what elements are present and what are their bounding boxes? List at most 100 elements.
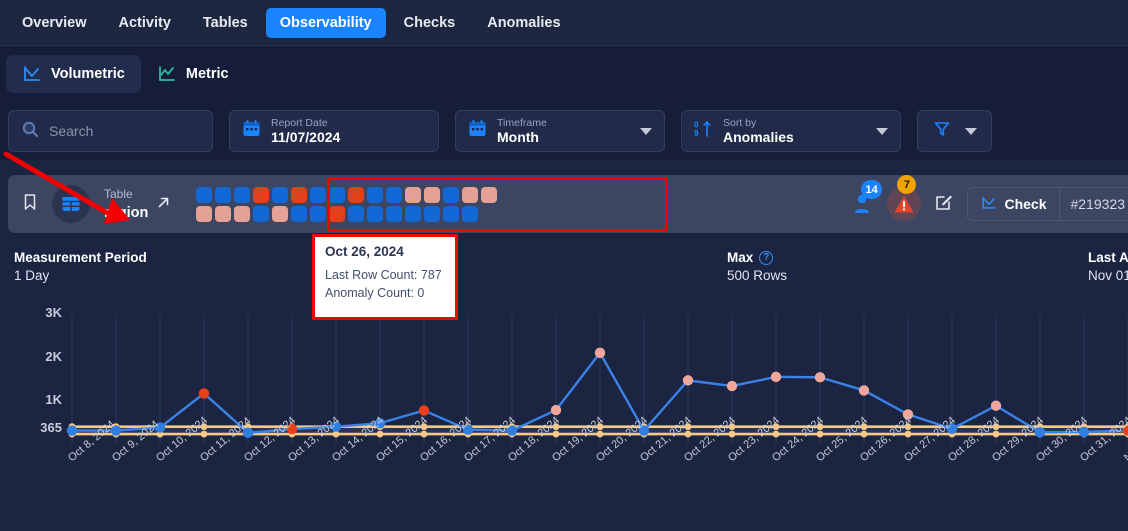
data-point[interactable] xyxy=(990,400,1002,411)
heatmap-cell[interactable] xyxy=(367,205,384,222)
help-icon[interactable]: ? xyxy=(759,250,774,265)
metric-summary-row: Measurement Period 1 Day Max ? 500 Rows … xyxy=(0,245,1128,295)
threshold-point xyxy=(904,430,912,438)
external-link-arrow-icon[interactable] xyxy=(156,195,171,214)
threshold-point xyxy=(992,430,1000,438)
heatmap-cell[interactable] xyxy=(386,186,403,203)
heatmap-cell[interactable] xyxy=(481,186,498,203)
heatmap-cell[interactable] xyxy=(196,205,213,222)
heatmap-cell[interactable] xyxy=(443,186,460,203)
heatmap-cell[interactable] xyxy=(443,205,460,222)
data-point[interactable] xyxy=(66,425,78,436)
check-button[interactable]: Check xyxy=(968,188,1059,220)
heatmap-tooltip: Oct 26, 2024 Last Row Count: 787 Anomaly… xyxy=(312,234,458,320)
bookmark-icon[interactable] xyxy=(22,193,38,216)
timeframe-label: Timeframe xyxy=(497,116,547,129)
sub-tab-volumetric[interactable]: Volumetric xyxy=(6,55,141,93)
heatmap-cell[interactable] xyxy=(424,205,441,222)
table-grid-icon xyxy=(52,185,90,223)
threshold-point xyxy=(860,430,868,438)
nav-tab-observability[interactable]: Observability xyxy=(265,7,386,38)
sort-by-field[interactable]: 0 9 Sort by Anomalies xyxy=(681,110,901,152)
heatmap-cell[interactable] xyxy=(386,205,403,222)
heatmap-cell[interactable] xyxy=(272,186,289,203)
threshold-point xyxy=(684,430,692,438)
sub-tab-bar: Volumetric Metric xyxy=(0,46,1128,102)
heatmap-cell[interactable] xyxy=(329,186,346,203)
users-indicator[interactable]: 14 xyxy=(851,180,882,216)
threshold-point xyxy=(200,430,208,438)
sub-tab-metric[interactable]: Metric xyxy=(141,55,245,93)
anomaly-heatmap[interactable] xyxy=(191,182,502,227)
data-point[interactable] xyxy=(198,388,210,399)
sort-by-label: Sort by xyxy=(723,116,757,129)
heatmap-cell[interactable] xyxy=(253,205,270,222)
data-point[interactable] xyxy=(770,371,782,383)
heatmap-cell[interactable] xyxy=(215,205,232,222)
heatmap-cell[interactable] xyxy=(272,205,289,222)
heatmap-cell[interactable] xyxy=(234,186,251,203)
search-input[interactable]: Search xyxy=(49,123,93,139)
filter-dropdown-button[interactable] xyxy=(917,110,992,152)
filter-bar: Search Report Date 11/07/2024 Timeframe … xyxy=(0,102,1128,160)
search-field[interactable]: Search xyxy=(8,110,213,152)
heatmap-cell[interactable] xyxy=(215,186,232,203)
heatmap-cell[interactable] xyxy=(405,205,422,222)
chevron-down-icon[interactable] xyxy=(964,127,977,135)
data-point[interactable] xyxy=(594,347,606,359)
heatmap-cell[interactable] xyxy=(291,186,308,203)
chevron-down-icon[interactable] xyxy=(640,127,652,135)
heatmap-cell[interactable] xyxy=(291,205,308,222)
heatmap-cell[interactable] xyxy=(329,205,346,222)
heatmap-cell[interactable] xyxy=(367,186,384,203)
data-point[interactable] xyxy=(814,372,826,383)
nav-tab-overview[interactable]: Overview xyxy=(8,8,101,38)
tooltip-date: Oct 26, 2024 xyxy=(325,244,404,259)
max-block: Max ? 500 Rows xyxy=(727,249,787,284)
data-point[interactable] xyxy=(726,380,738,392)
report-date-value: 11/07/2024 xyxy=(271,128,341,145)
heatmap-cell[interactable] xyxy=(348,205,365,222)
sort-numeric-icon: 0 9 xyxy=(694,119,713,143)
threshold-point xyxy=(552,430,560,438)
heatmap-row-2 xyxy=(196,205,497,222)
chevron-down-icon[interactable] xyxy=(876,127,888,135)
volumetric-chart: 3K 2K 1K 365 Oct 8, 2024 Oct 9, 2024 Oct 10, … xyxy=(0,300,1128,531)
heatmap-cell[interactable] xyxy=(405,186,422,203)
table-row[interactable]: Table region 14 7 Check #219323 xyxy=(8,175,1128,233)
heatmap-cell[interactable] xyxy=(424,186,441,203)
heatmap-cell[interactable] xyxy=(462,186,479,203)
nav-tab-anomalies[interactable]: Anomalies xyxy=(473,8,574,38)
nav-tab-tables[interactable]: Tables xyxy=(189,8,262,38)
svg-text:9: 9 xyxy=(694,129,699,138)
last-assessed-block: Last As Nov 01, xyxy=(1088,249,1128,284)
data-point[interactable] xyxy=(682,375,694,386)
nav-tab-checks[interactable]: Checks xyxy=(390,8,470,38)
max-value: 500 Rows xyxy=(727,267,788,283)
heatmap-cell[interactable] xyxy=(310,205,327,222)
timeframe-field[interactable]: Timeframe Month xyxy=(455,110,665,152)
report-date-field[interactable]: Report Date 11/07/2024 xyxy=(229,110,439,152)
sub-tab-metric-label: Metric xyxy=(185,66,229,82)
heatmap-cell[interactable] xyxy=(234,205,251,222)
measurement-period-label: Measurement Period xyxy=(14,250,147,265)
y-tick-label: 3K xyxy=(45,305,62,320)
heatmap-cell[interactable] xyxy=(310,186,327,203)
alerts-indicator[interactable]: 7 xyxy=(887,175,922,221)
chart-canvas[interactable] xyxy=(0,300,1128,531)
heatmap-cell[interactable] xyxy=(462,205,479,222)
threshold-point xyxy=(772,430,780,438)
data-point[interactable] xyxy=(550,404,562,416)
nav-tab-activity[interactable]: Activity xyxy=(105,8,185,38)
threshold-point xyxy=(596,430,604,438)
edit-square-icon[interactable] xyxy=(935,193,953,216)
heatmap-cell[interactable] xyxy=(196,186,213,203)
data-point[interactable] xyxy=(418,405,430,416)
heatmap-cell[interactable] xyxy=(253,186,270,203)
heatmap-cell[interactable] xyxy=(348,186,365,203)
last-assessed-label: Last As xyxy=(1088,250,1128,265)
tooltip-anomaly-count: Anomaly Count: 0 xyxy=(325,286,425,301)
data-point[interactable] xyxy=(858,385,870,396)
check-button-group: Check #219323 xyxy=(967,187,1128,221)
threshold-point xyxy=(728,430,736,438)
